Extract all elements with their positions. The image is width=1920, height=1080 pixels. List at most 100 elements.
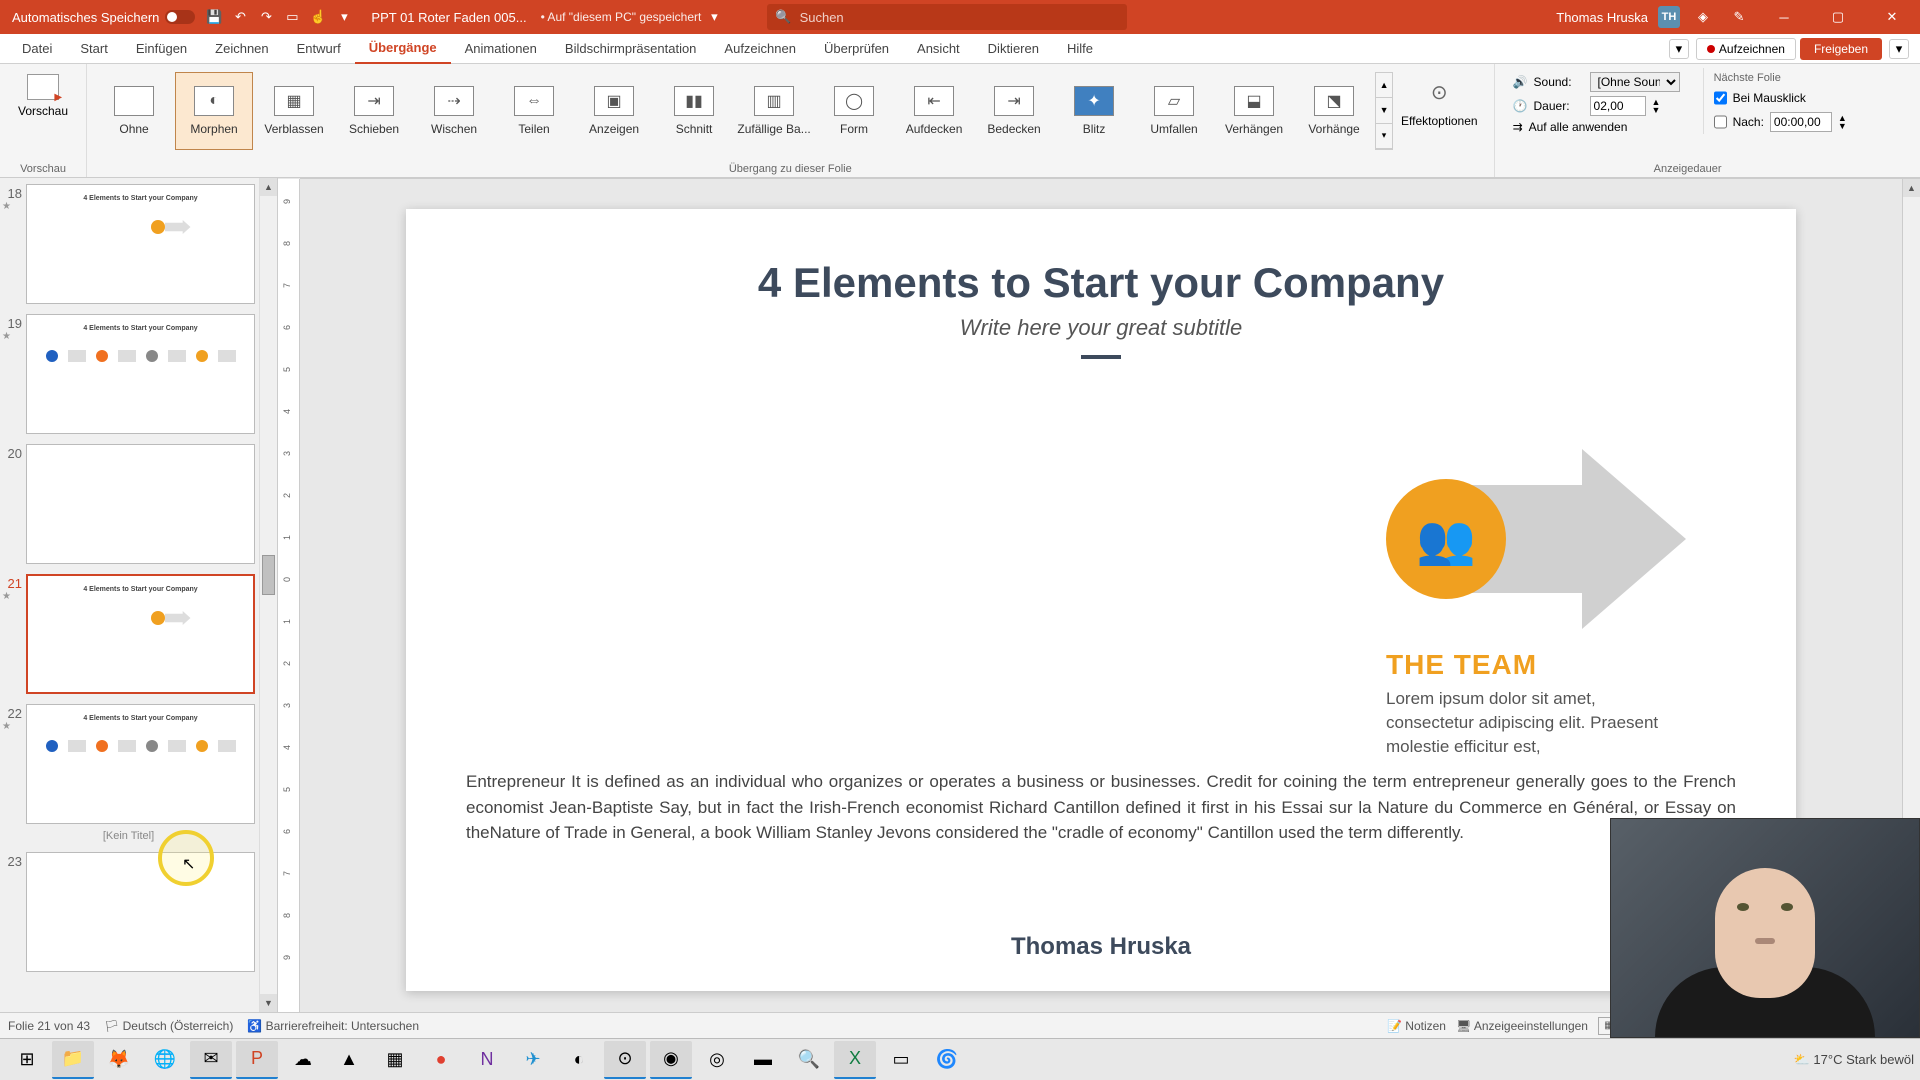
touch-mode-icon[interactable]: ☝ bbox=[308, 7, 328, 27]
transition-anzeigen[interactable]: ▣Anzeigen bbox=[575, 72, 653, 150]
transition-verhaengen[interactable]: ⬓Verhängen bbox=[1215, 72, 1293, 150]
gallery-scroll-up[interactable]: ▲ bbox=[1376, 73, 1392, 98]
scroll-up-button[interactable]: ▲ bbox=[260, 178, 277, 196]
app-icon-1[interactable]: ☁ bbox=[282, 1041, 324, 1079]
sound-select[interactable]: [Ohne Sound] bbox=[1590, 72, 1680, 92]
slide-counter[interactable]: Folie 21 von 43 bbox=[8, 1019, 90, 1033]
maximize-button[interactable]: ▢ bbox=[1816, 0, 1860, 34]
transition-bedecken[interactable]: ⇥Bedecken bbox=[975, 72, 1053, 150]
after-time-input[interactable] bbox=[1770, 112, 1832, 132]
save-status[interactable]: • Auf "diesem PC" gespeichert bbox=[541, 10, 702, 24]
search-box[interactable]: 🔍 bbox=[767, 4, 1127, 30]
transition-ohne[interactable]: Ohne bbox=[95, 72, 173, 150]
language-indicator[interactable]: 🏳 Deutsch (Österreich) bbox=[104, 1019, 233, 1033]
transition-schieben[interactable]: ⇥Schieben bbox=[335, 72, 413, 150]
obs-icon[interactable]: ◉ bbox=[650, 1041, 692, 1079]
tab-animationen[interactable]: Animationen bbox=[451, 34, 551, 64]
tab-uebergaenge[interactable]: Übergänge bbox=[355, 34, 451, 64]
thumbnail-20[interactable]: 20 bbox=[2, 444, 255, 564]
duration-input[interactable] bbox=[1590, 96, 1646, 116]
tab-entwurf[interactable]: Entwurf bbox=[283, 34, 355, 64]
apply-all-button[interactable]: ⇉ Auf alle anwenden bbox=[1513, 120, 1693, 134]
transition-teilen[interactable]: ⇔Teilen bbox=[495, 72, 573, 150]
autosave-toggle[interactable]: Automatisches Speichern bbox=[6, 10, 201, 25]
share-dropdown-icon[interactable]: ▾ bbox=[1889, 39, 1909, 59]
tab-diktieren[interactable]: Diktieren bbox=[974, 34, 1053, 64]
user-name[interactable]: Thomas Hruska bbox=[1556, 10, 1648, 25]
transition-wischen[interactable]: ⇢Wischen bbox=[415, 72, 493, 150]
undo-icon[interactable]: ↶ bbox=[230, 7, 250, 27]
transition-schnitt[interactable]: ▮▮Schnitt bbox=[655, 72, 733, 150]
weather-widget[interactable]: ⛅ 17°C Stark bewöl bbox=[1794, 1052, 1914, 1068]
preview-button[interactable]: Vorschau bbox=[8, 68, 78, 124]
app-icon-8[interactable]: 🔍 bbox=[788, 1041, 830, 1079]
tab-hilfe[interactable]: Hilfe bbox=[1053, 34, 1107, 64]
transition-vorhaenge[interactable]: ⬔Vorhänge bbox=[1295, 72, 1373, 150]
team-badge[interactable]: 👥 bbox=[1386, 479, 1506, 599]
team-body[interactable]: Lorem ipsum dolor sit amet, consectetur … bbox=[1386, 687, 1666, 758]
team-heading[interactable]: THE TEAM bbox=[1386, 649, 1666, 681]
tab-aufzeichnen[interactable]: Aufzeichnen bbox=[710, 34, 810, 64]
start-menu-button[interactable]: ⊞ bbox=[6, 1041, 48, 1079]
thumb-slide[interactable]: 4 Elements to Start your Company bbox=[26, 314, 255, 434]
slide-content[interactable]: 4 Elements to Start your Company Write h… bbox=[406, 209, 1796, 991]
thumbnail-21[interactable]: 21★ 4 Elements to Start your Company bbox=[2, 574, 255, 694]
team-text-block[interactable]: THE TEAM Lorem ipsum dolor sit amet, con… bbox=[1386, 649, 1666, 758]
after-checkbox[interactable] bbox=[1714, 112, 1727, 132]
app-icon-7[interactable]: ▬ bbox=[742, 1041, 784, 1079]
telegram-icon[interactable]: ✈ bbox=[512, 1041, 554, 1079]
slide-title[interactable]: 4 Elements to Start your Company bbox=[466, 259, 1736, 307]
coming-soon-icon[interactable]: ✎ bbox=[1729, 7, 1749, 27]
app-icon-9[interactable]: ▭ bbox=[880, 1041, 922, 1079]
notes-button[interactable]: 📝 Notizen bbox=[1387, 1019, 1446, 1033]
save-icon[interactable]: 💾 bbox=[204, 7, 224, 27]
transition-morphen[interactable]: ◐Morphen bbox=[175, 72, 253, 150]
thumb-slide[interactable]: 4 Elements to Start your Company bbox=[26, 184, 255, 304]
firefox-icon[interactable]: 🦊 bbox=[98, 1041, 140, 1079]
duration-spinner[interactable]: ▲▼ bbox=[1652, 98, 1661, 114]
gallery-scroll-down[interactable]: ▼ bbox=[1376, 98, 1392, 123]
transition-zufaellige[interactable]: ▥Zufällige Ba... bbox=[735, 72, 813, 150]
share-button[interactable]: Freigeben bbox=[1800, 38, 1882, 60]
onenote-icon[interactable]: N bbox=[466, 1041, 508, 1079]
redo-icon[interactable]: ↷ bbox=[256, 7, 276, 27]
transition-blitz[interactable]: ✦Blitz bbox=[1055, 72, 1133, 150]
powerpoint-icon[interactable]: P bbox=[236, 1041, 278, 1079]
slide-subtitle[interactable]: Write here your great subtitle bbox=[466, 315, 1736, 341]
search-input[interactable] bbox=[800, 10, 1120, 25]
transition-umfallen[interactable]: ▱Umfallen bbox=[1135, 72, 1213, 150]
app-icon-3[interactable]: ● bbox=[420, 1041, 462, 1079]
file-explorer-icon[interactable]: 📁 bbox=[52, 1041, 94, 1079]
excel-icon[interactable]: X bbox=[834, 1041, 876, 1079]
tab-datei[interactable]: Datei bbox=[8, 34, 66, 64]
display-settings-button[interactable]: 🖥 Anzeigeeinstellungen bbox=[1456, 1019, 1588, 1033]
chrome-icon[interactable]: 🌐 bbox=[144, 1041, 186, 1079]
thumbnail-23[interactable]: 23 bbox=[2, 852, 255, 972]
accessibility-check[interactable]: ♿ Barrierefreiheit: Untersuchen bbox=[247, 1019, 419, 1033]
tab-ueberpruefen[interactable]: Überprüfen bbox=[810, 34, 903, 64]
thumbnail-19[interactable]: 19★ 4 Elements to Start your Company bbox=[2, 314, 255, 434]
qat-overflow-icon[interactable]: ▾ bbox=[334, 7, 354, 27]
outlook-icon[interactable]: ✉ bbox=[190, 1041, 232, 1079]
record-button[interactable]: Aufzeichnen bbox=[1696, 38, 1796, 60]
effect-options-button[interactable]: ⊙ Effektoptionen bbox=[1393, 68, 1486, 150]
start-from-beginning-icon[interactable]: ▭ bbox=[282, 7, 302, 27]
app-icon-5[interactable]: ⊙ bbox=[604, 1041, 646, 1079]
transition-aufdecken[interactable]: ⇤Aufdecken bbox=[895, 72, 973, 150]
scroll-track[interactable] bbox=[260, 196, 277, 994]
minimize-button[interactable]: ─ bbox=[1762, 0, 1806, 34]
transition-verblassen[interactable]: ▦Verblassen bbox=[255, 72, 333, 150]
app-icon-2[interactable]: ▦ bbox=[374, 1041, 416, 1079]
thumb-slide[interactable] bbox=[26, 444, 255, 564]
tab-bildschirmpraesentation[interactable]: Bildschirmpräsentation bbox=[551, 34, 711, 64]
ribbon-collapse-icon[interactable]: ▾ bbox=[1669, 39, 1689, 59]
scroll-down-button[interactable]: ▼ bbox=[260, 994, 277, 1012]
transition-form[interactable]: ◯Form bbox=[815, 72, 893, 150]
vlc-icon[interactable]: ▲ bbox=[328, 1041, 370, 1079]
tab-start[interactable]: Start bbox=[66, 34, 121, 64]
thumbnail-18[interactable]: 18★ 4 Elements to Start your Company bbox=[2, 184, 255, 304]
scroll-thumb[interactable] bbox=[262, 555, 275, 595]
user-avatar[interactable]: TH bbox=[1658, 6, 1680, 28]
tab-einfuegen[interactable]: Einfügen bbox=[122, 34, 201, 64]
edge-icon[interactable]: 🌀 bbox=[926, 1041, 968, 1079]
